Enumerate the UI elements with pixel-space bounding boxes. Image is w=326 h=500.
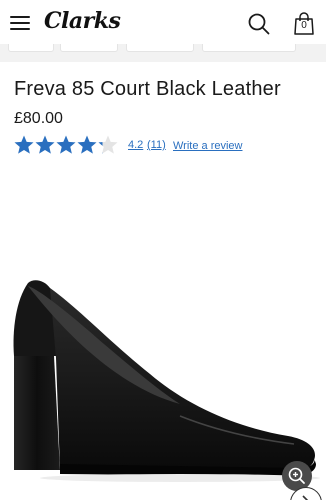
star-icon xyxy=(98,135,118,154)
bag-button[interactable]: 0 xyxy=(293,12,315,36)
star-icon xyxy=(35,135,55,154)
site-header: Clarks 0 xyxy=(0,0,326,44)
search-icon xyxy=(248,13,270,35)
menu-line xyxy=(10,22,30,24)
star-rating[interactable] xyxy=(14,135,118,155)
menu-button[interactable] xyxy=(10,14,32,32)
subnav-tab[interactable] xyxy=(202,44,296,52)
subnav-tab[interactable] xyxy=(126,44,194,52)
product-image[interactable] xyxy=(0,250,326,500)
shoe-upper xyxy=(50,288,315,472)
star-icon xyxy=(56,135,76,154)
brand-logo[interactable]: Clarks xyxy=(44,8,121,34)
category-subnav xyxy=(0,44,326,62)
write-review-link[interactable]: Write a review xyxy=(173,140,242,152)
chevron-right-icon xyxy=(302,495,309,500)
product-title: Freva 85 Court Black Leather xyxy=(14,78,281,100)
review-count[interactable]: (11) xyxy=(147,139,166,151)
search-button[interactable] xyxy=(248,13,270,35)
subnav-tab[interactable] xyxy=(60,44,118,52)
star-icon xyxy=(77,135,97,154)
rating-summary: 4.2 (11) Write a review xyxy=(14,135,324,157)
shoe-heel xyxy=(14,356,60,470)
next-image-button[interactable] xyxy=(290,487,322,500)
subnav-tab[interactable] xyxy=(8,44,54,52)
bag-count: 0 xyxy=(301,20,307,31)
menu-line xyxy=(10,28,30,30)
product-price: £80.00 xyxy=(14,110,63,127)
rating-value[interactable]: 4.2 xyxy=(128,139,143,151)
menu-line xyxy=(10,16,30,18)
star-icon xyxy=(14,135,34,154)
